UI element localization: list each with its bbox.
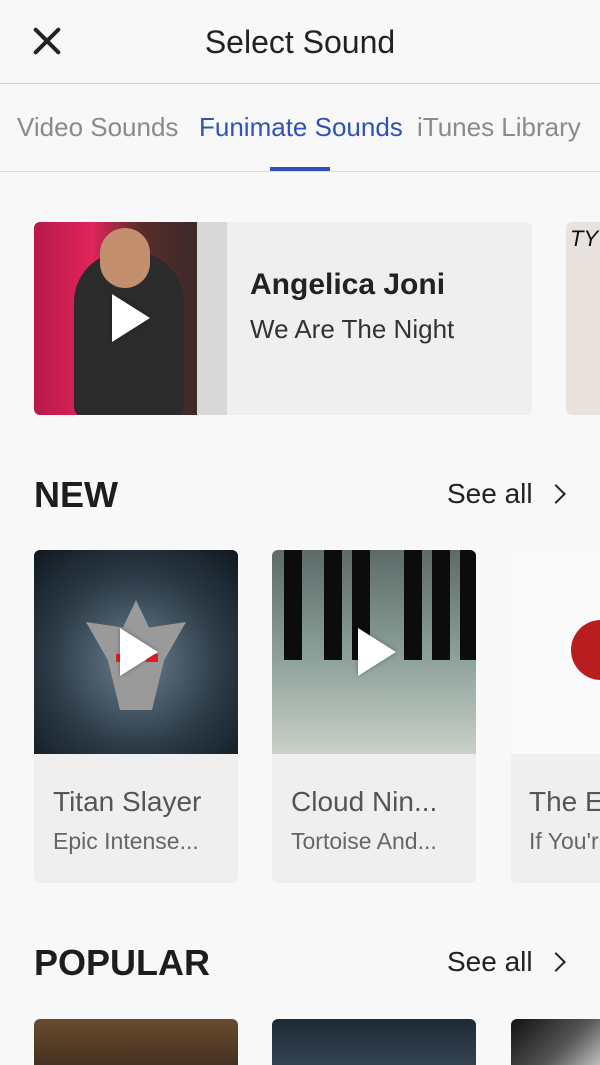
sound-card[interactable]: Cloud Nin... Tortoise And...: [272, 550, 476, 883]
chevron-right-icon[interactable]: [546, 484, 566, 504]
play-icon[interactable]: [112, 294, 150, 342]
sound-card[interactable]: [272, 1019, 476, 1065]
play-icon[interactable]: [120, 628, 158, 676]
sound-artwork: [272, 550, 476, 754]
sound-card[interactable]: [34, 1019, 238, 1065]
featured-sound-card[interactable]: Angelica Joni We Are The Night: [34, 222, 532, 415]
play-icon[interactable]: [358, 628, 396, 676]
featured-song: We Are The Night: [250, 314, 455, 344]
see-all-new-link[interactable]: See all: [447, 478, 533, 510]
sound-artwork: [34, 550, 238, 754]
page-title: Select Sound: [204, 24, 396, 60]
section-title-popular: POPULAR: [34, 942, 211, 983]
sound-title: Titan Slayer: [53, 786, 202, 817]
tab-itunes-library[interactable]: iTunes Library: [417, 112, 581, 143]
tab-funimate-sounds[interactable]: Funimate Sounds: [199, 112, 403, 143]
sound-title: Cloud Nin...: [291, 786, 438, 817]
featured-sound-card-next[interactable]: TY: [566, 222, 600, 415]
sound-card[interactable]: [511, 1019, 600, 1065]
sound-subtitle: Tortoise And...: [291, 828, 437, 854]
sound-subtitle: Epic Intense...: [53, 828, 199, 854]
featured-artist: Angelica Joni: [250, 268, 446, 301]
see-all-popular-link[interactable]: See all: [447, 946, 533, 978]
sound-card[interactable]: Titan Slayer Epic Intense...: [34, 550, 238, 883]
featured-artwork: [34, 222, 227, 415]
chevron-right-icon[interactable]: [546, 952, 566, 972]
sound-title: The E: [529, 786, 600, 817]
active-tab-indicator: [270, 167, 330, 171]
featured-peek-text: TY: [570, 226, 599, 251]
sound-card[interactable]: The E If You'r: [511, 550, 600, 883]
tab-bar: Video Sounds Funimate Sounds iTunes Libr…: [0, 84, 600, 172]
section-title-new: NEW: [34, 474, 118, 515]
sound-subtitle: If You'r: [529, 828, 599, 854]
tab-video-sounds[interactable]: Video Sounds: [17, 112, 178, 143]
sound-artwork: [511, 550, 600, 754]
header: Select Sound: [0, 0, 600, 84]
